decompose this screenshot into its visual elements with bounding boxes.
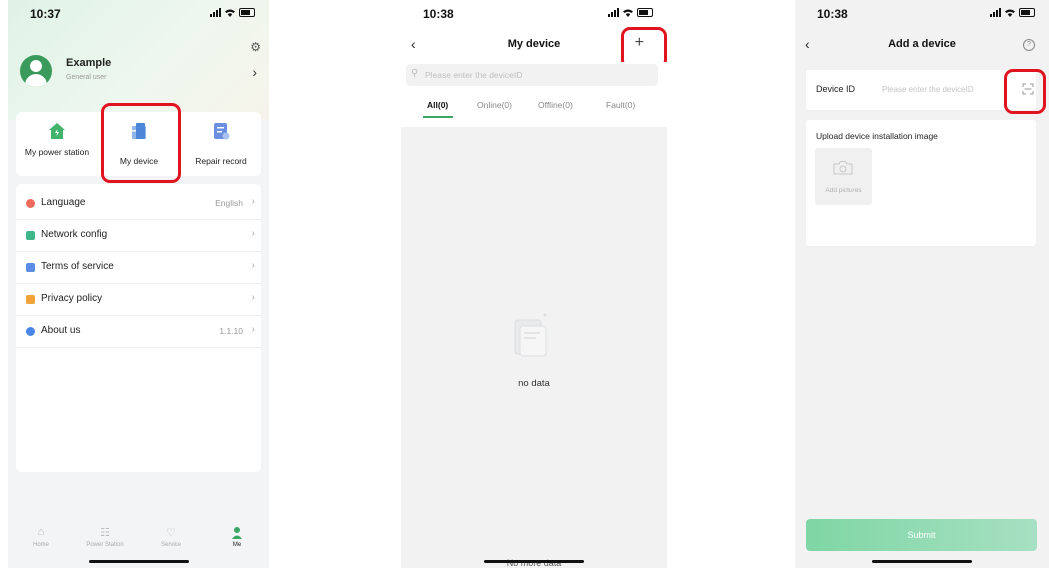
user-name: Example	[66, 57, 112, 69]
home-indicator	[872, 560, 972, 563]
highlight-scan-button	[1004, 69, 1046, 114]
chevron-right-icon: ›	[251, 292, 255, 303]
search-input[interactable]: ⚲ Please enter the deviceID	[406, 64, 658, 86]
camera-icon	[833, 161, 853, 175]
battery-icon	[637, 8, 653, 17]
submit-button[interactable]: Submit	[806, 519, 1037, 551]
network-icon	[26, 231, 35, 240]
tab-home[interactable]: ⌂ Home	[16, 526, 66, 548]
chevron-right-icon: ›	[251, 196, 255, 207]
tab-offline[interactable]: Offline(0)	[538, 100, 573, 110]
menu-item-value: 1.1.10	[219, 326, 243, 336]
device-id-row: Device ID Please enter the deviceID	[806, 70, 1036, 110]
menu-item-label: About us	[41, 325, 81, 336]
globe-icon	[26, 199, 35, 208]
active-tab-indicator	[423, 116, 453, 118]
status-icons	[210, 8, 255, 17]
menu-item-language[interactable]: Language English ›	[16, 188, 261, 220]
page-title: Add a device	[888, 38, 956, 50]
profile-chevron-icon[interactable]: ›	[252, 64, 257, 80]
search-placeholder: Please enter the deviceID	[425, 70, 523, 80]
chevron-right-icon: ›	[251, 228, 255, 239]
wifi-icon	[623, 9, 633, 17]
tab-online[interactable]: Online(0)	[477, 100, 512, 110]
signal-icon	[990, 8, 1001, 17]
clipboard-icon	[214, 123, 230, 140]
tab-label: Power Station	[86, 542, 124, 548]
status-time: 10:38	[817, 7, 848, 21]
status-bar: 10:38	[401, 0, 667, 26]
wifi-icon	[1005, 9, 1015, 17]
status-time: 10:37	[30, 7, 61, 21]
add-pictures-button[interactable]: Add pictures	[815, 148, 872, 205]
menu-item-label: Terms of service	[41, 261, 114, 272]
menu-item-about-us[interactable]: About us 1.1.10 ›	[16, 316, 261, 348]
menu-item-terms-of-service[interactable]: Terms of service ›	[16, 252, 261, 284]
home-indicator	[484, 560, 584, 563]
status-bar: 10:38	[795, 0, 1049, 26]
tab-service[interactable]: ♡ Service	[146, 526, 196, 548]
upload-label: Upload device installation image	[816, 131, 938, 141]
search-icon: ⚲	[411, 68, 419, 79]
house-icon	[49, 123, 65, 139]
status-time: 10:38	[423, 7, 454, 21]
quick-action-label: Repair record	[195, 156, 247, 166]
status-icons	[608, 8, 653, 17]
nav-bar: ‹ Add a device ?	[795, 26, 1049, 66]
add-device-screen: 10:38 ‹ Add a device ? Device ID Please …	[795, 0, 1049, 568]
quick-action-my-power-station[interactable]: My power station	[16, 112, 98, 176]
grid-icon: ☷	[100, 527, 110, 539]
filter-tabs: All(0) Online(0) Offline(0) Fault(0)	[401, 90, 667, 127]
tab-all[interactable]: All(0)	[427, 100, 448, 110]
person-icon	[232, 527, 242, 539]
menu-item-privacy-policy[interactable]: Privacy policy ›	[16, 284, 261, 316]
battery-icon	[239, 8, 255, 17]
tab-label: Me	[232, 542, 242, 548]
wifi-icon	[225, 9, 235, 17]
highlight-my-device	[101, 103, 181, 183]
menu-item-label: Language	[41, 197, 86, 208]
settings-gear-icon[interactable]: ⚙	[250, 40, 261, 54]
tab-fault[interactable]: Fault(0)	[606, 100, 635, 110]
quick-action-repair-record[interactable]: Repair record	[180, 112, 262, 176]
quick-action-label: My power station	[24, 147, 90, 157]
me-screen: 10:37 ⚙ Example General user › My power …	[8, 0, 269, 568]
user-role: General user	[66, 74, 107, 81]
menu-item-label: Network config	[41, 229, 108, 240]
menu-item-label: Privacy policy	[41, 293, 103, 304]
service-icon: ♡	[166, 527, 176, 539]
avatar[interactable]	[20, 55, 52, 87]
battery-icon	[1019, 8, 1035, 17]
device-id-label: Device ID	[816, 84, 856, 94]
chevron-right-icon: ›	[251, 324, 255, 335]
tab-power-station[interactable]: ☷ Power Station	[80, 526, 130, 548]
info-icon	[26, 327, 35, 336]
tab-label: Home	[32, 542, 49, 548]
home-icon: ⌂	[37, 526, 45, 538]
empty-state-icon	[514, 313, 547, 357]
signal-icon	[210, 8, 221, 17]
empty-state-text: no data	[518, 378, 550, 389]
menu-item-network-config[interactable]: Network config ›	[16, 220, 261, 252]
device-id-input[interactable]: Please enter the deviceID	[882, 85, 974, 94]
home-indicator	[88, 560, 189, 563]
settings-menu: Language English › Network config › Term…	[16, 184, 261, 472]
upload-image-card: Upload device installation image Add pic…	[806, 120, 1036, 246]
lock-doc-icon	[26, 295, 35, 304]
document-icon	[26, 263, 35, 272]
status-icons	[990, 8, 1035, 17]
signal-icon	[608, 8, 619, 17]
help-icon[interactable]: ?	[1023, 39, 1035, 51]
tab-label: Service	[160, 542, 181, 548]
menu-item-value: English	[215, 198, 243, 208]
add-pictures-label: Add pictures	[825, 187, 862, 194]
my-device-screen: 10:38 ‹ My device + ⚲ Please enter the d…	[401, 0, 667, 568]
status-bar: 10:37	[8, 0, 269, 26]
chevron-right-icon: ›	[251, 260, 255, 271]
tab-me[interactable]: Me	[212, 526, 262, 548]
